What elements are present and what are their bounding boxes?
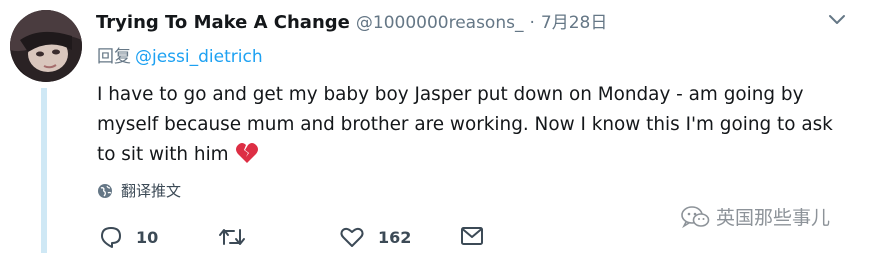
reply-count: 10 <box>136 227 159 247</box>
avatar[interactable] <box>10 10 82 82</box>
chevron-down-icon[interactable] <box>828 14 846 26</box>
reply-icon <box>101 227 121 248</box>
wechat-icon <box>681 205 710 228</box>
translate-label: 翻译推文 <box>121 182 182 200</box>
avatar-image <box>10 10 82 82</box>
envelope-icon <box>461 227 483 245</box>
tweet-actions: 10 162 <box>100 226 500 253</box>
heart-icon <box>340 227 364 247</box>
broken-heart-emoji <box>235 143 258 163</box>
like-count: 162 <box>378 227 412 247</box>
watermark: 英国那些事儿 <box>680 203 830 230</box>
direct-message-button[interactable] <box>460 226 484 246</box>
globe-icon <box>98 183 112 198</box>
retweet-icon <box>219 229 245 245</box>
reply-mention-link[interactable]: @jessi_dietrich <box>135 47 263 67</box>
tweet-body: I have to go and get my baby boy Jasper … <box>97 80 837 170</box>
separator-dot: · <box>529 13 535 33</box>
tweet-text: I have to go and get my baby boy Jasper … <box>97 84 833 165</box>
tweet-date[interactable]: 7月28日 <box>541 8 607 33</box>
thread-line <box>41 88 47 253</box>
display-name[interactable]: Trying To Make A Change <box>96 12 350 33</box>
retweet-button[interactable] <box>218 226 260 248</box>
watermark-text: 英国那些事儿 <box>716 207 831 229</box>
like-button[interactable]: 162 <box>340 226 411 248</box>
reply-prefix: 回复 <box>97 47 131 67</box>
user-handle[interactable]: @1000000reasons_ <box>356 13 524 33</box>
translate-tweet-button[interactable]: 翻译推文 <box>97 180 181 201</box>
reply-context: 回复 @jessi_dietrich <box>97 42 263 67</box>
reply-button[interactable]: 10 <box>100 226 158 248</box>
tweet-header: Trying To Make A Change @1000000reasons_… <box>96 8 607 34</box>
